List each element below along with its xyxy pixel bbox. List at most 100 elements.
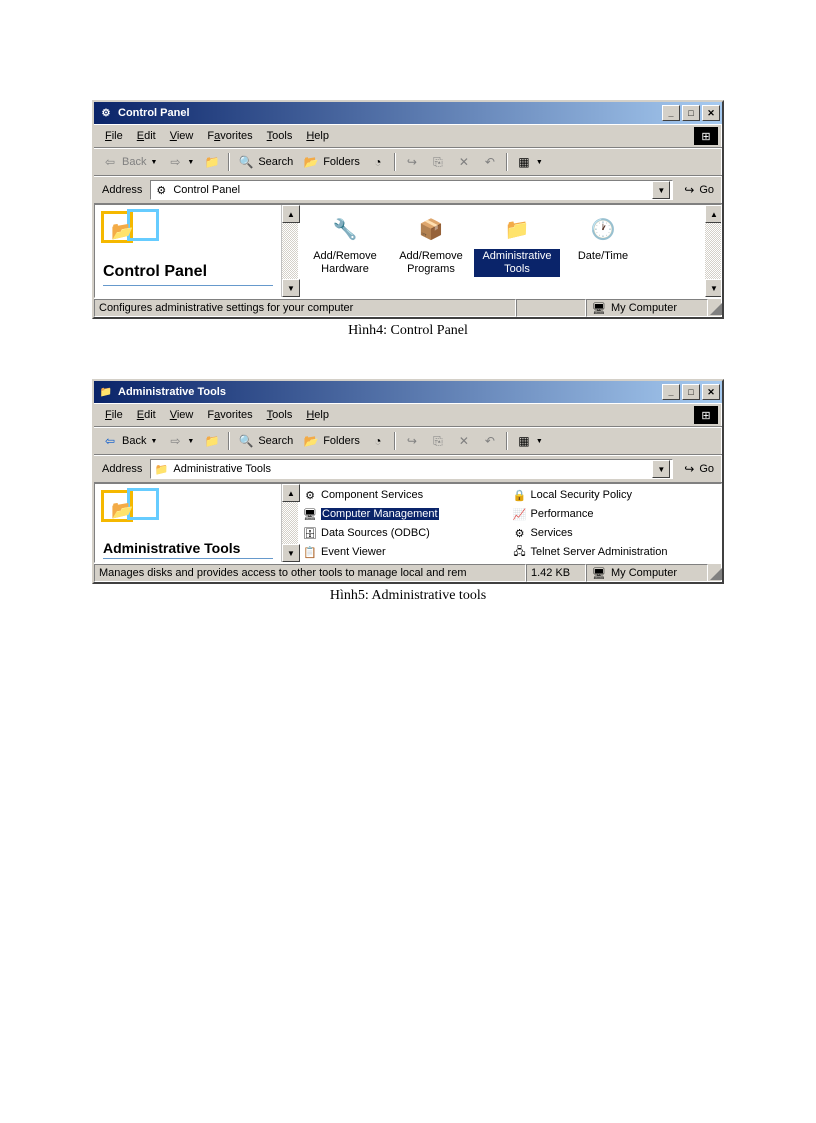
folders-icon: 📂: [303, 154, 319, 170]
shortcut-icon: 🗄: [302, 525, 318, 541]
search-button[interactable]: 🔍 Search: [234, 152, 297, 172]
titlebar[interactable]: ⚙ Control Panel _ □ ✕: [94, 102, 722, 124]
left-scrollbar[interactable]: ▲ ▼: [282, 484, 298, 562]
search-label: Search: [258, 156, 293, 168]
statusbar: Manages disks and provides access to oth…: [94, 563, 722, 582]
right-scrollbar[interactable]: ▲ ▼: [705, 205, 721, 297]
icon-add-remove-programs[interactable]: 📦 Add/Remove Programs: [388, 213, 474, 277]
scroll-track[interactable]: [282, 223, 298, 279]
history-button[interactable]: ◔: [366, 431, 390, 451]
close-button[interactable]: ✕: [702, 384, 720, 400]
scroll-track[interactable]: [705, 223, 721, 279]
status-location: 🖥 My Computer: [586, 299, 708, 317]
menu-edit[interactable]: Edit: [130, 407, 163, 423]
control-panel-window: ⚙ Control Panel _ □ ✕ File Edit View Fav…: [92, 100, 724, 319]
item-data-sources[interactable]: 🗄 Data Sources (ODBC): [300, 524, 510, 542]
menu-file[interactable]: File: [98, 407, 130, 423]
pane-underline: [103, 558, 273, 559]
item-label: Services: [531, 527, 573, 539]
views-button[interactable]: ▦ ▼: [512, 152, 547, 172]
menu-favorites[interactable]: Favorites: [200, 128, 259, 144]
folder-icon: 📁: [153, 461, 169, 477]
go-button[interactable]: ↪ Go: [677, 180, 718, 200]
scroll-track[interactable]: [282, 502, 298, 544]
history-button[interactable]: ◔: [366, 152, 390, 172]
history-icon: ◔: [370, 154, 386, 170]
menu-view[interactable]: View: [163, 407, 201, 423]
separator: [228, 153, 230, 171]
computer-icon: 🖥: [591, 300, 607, 316]
minimize-button[interactable]: _: [662, 384, 680, 400]
scroll-down-button[interactable]: ▼: [705, 279, 722, 297]
item-telnet-server[interactable]: 🖧 Telnet Server Administration: [510, 543, 720, 561]
menu-edit[interactable]: Edit: [130, 128, 163, 144]
scroll-up-button[interactable]: ▲: [705, 205, 722, 223]
chevron-down-icon: ▼: [187, 159, 194, 166]
go-button[interactable]: ↪ Go: [677, 459, 718, 479]
item-computer-management[interactable]: 🖥 Computer Management: [300, 505, 510, 523]
left-scrollbar[interactable]: ▲ ▼: [282, 205, 298, 297]
up-button[interactable]: 📁: [200, 431, 224, 451]
minimize-button[interactable]: _: [662, 105, 680, 121]
address-input[interactable]: ⚙ Control Panel ▼: [150, 180, 673, 200]
menu-favorites[interactable]: Favorites: [200, 407, 259, 423]
folders-button[interactable]: 📂 Folders: [299, 152, 364, 172]
address-label: Address: [98, 184, 146, 196]
left-pane: 📂 Administrative Tools: [95, 484, 282, 562]
close-button[interactable]: ✕: [702, 105, 720, 121]
resize-grip[interactable]: [708, 301, 722, 315]
forward-button[interactable]: ⇨ ▼: [163, 152, 198, 172]
back-button[interactable]: ⇦ Back ▼: [98, 431, 161, 451]
menu-file[interactable]: File: [98, 128, 130, 144]
menubar: File Edit View Favorites Tools Help ⊞: [94, 124, 722, 148]
back-button[interactable]: ⇦ Back ▼: [98, 152, 161, 172]
item-label: Computer Management: [321, 508, 439, 520]
menu-tools[interactable]: Tools: [260, 128, 300, 144]
icon-label: Add/Remove Hardware: [302, 249, 388, 277]
shortcut-icon: 📋: [302, 544, 318, 560]
chevron-down-icon: ▼: [150, 438, 157, 445]
folders-button[interactable]: 📂 Folders: [299, 431, 364, 451]
address-dropdown-button[interactable]: ▼: [652, 181, 670, 199]
move-to-button[interactable]: ↪: [400, 431, 424, 451]
menu-help[interactable]: Help: [299, 407, 336, 423]
maximize-button[interactable]: □: [682, 384, 700, 400]
maximize-button[interactable]: □: [682, 105, 700, 121]
item-performance[interactable]: 📈 Performance: [510, 505, 720, 523]
statusbar: Configures administrative settings for y…: [94, 298, 722, 317]
copy-to-button[interactable]: ⎘: [426, 431, 450, 451]
addressbar: Address 📁 Administrative Tools ▼ ↪ Go: [94, 455, 722, 483]
windows-logo: ⊞: [694, 406, 718, 424]
control-panel-icon: ⚙: [98, 105, 114, 121]
views-icon: ▦: [516, 433, 532, 449]
icon-add-remove-hardware[interactable]: 🔧 Add/Remove Hardware: [302, 213, 388, 277]
address-input[interactable]: 📁 Administrative Tools ▼: [150, 459, 673, 479]
address-label: Address: [98, 463, 146, 475]
menu-help[interactable]: Help: [299, 128, 336, 144]
menu-view[interactable]: View: [163, 128, 201, 144]
item-event-viewer[interactable]: 📋 Event Viewer: [300, 543, 510, 561]
folder-up-icon: 📁: [204, 154, 220, 170]
item-services[interactable]: ⚙ Services: [510, 524, 720, 542]
icon-administrative-tools[interactable]: 📁 Administrative Tools: [474, 213, 560, 277]
item-label: Component Services: [321, 489, 423, 501]
delete-button[interactable]: ✕: [452, 431, 476, 451]
hardware-icon: 🔧: [329, 213, 361, 245]
back-arrow-icon: ⇦: [102, 154, 118, 170]
copy-to-button[interactable]: ⎘: [426, 152, 450, 172]
forward-button[interactable]: ⇨ ▼: [163, 431, 198, 451]
views-button[interactable]: ▦ ▼: [512, 431, 547, 451]
icon-date-time[interactable]: 🕐 Date/Time: [560, 213, 646, 264]
undo-button[interactable]: ↶: [478, 431, 502, 451]
search-button[interactable]: 🔍 Search: [234, 431, 297, 451]
item-component-services[interactable]: ⚙ Component Services: [300, 486, 510, 504]
titlebar[interactable]: 📁 Administrative Tools _ □ ✕: [94, 381, 722, 403]
resize-grip[interactable]: [708, 566, 722, 580]
undo-button[interactable]: ↶: [478, 152, 502, 172]
address-dropdown-button[interactable]: ▼: [652, 460, 670, 478]
item-local-security-policy[interactable]: 🔒 Local Security Policy: [510, 486, 720, 504]
up-button[interactable]: 📁: [200, 152, 224, 172]
move-to-button[interactable]: ↪: [400, 152, 424, 172]
delete-button[interactable]: ✕: [452, 152, 476, 172]
menu-tools[interactable]: Tools: [260, 407, 300, 423]
